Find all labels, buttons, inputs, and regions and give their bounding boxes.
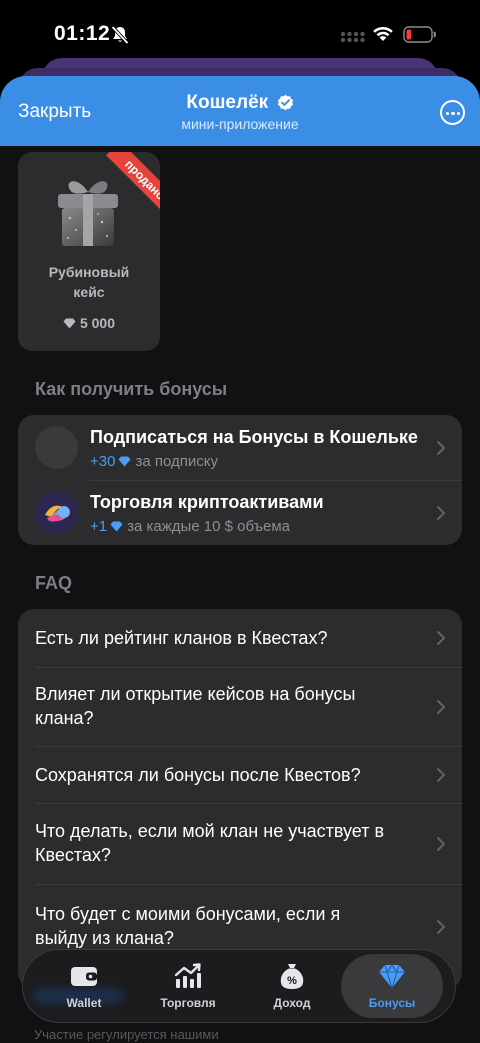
signal-icon bbox=[340, 31, 365, 43]
chevron-right-icon bbox=[437, 631, 445, 645]
terms-text: Участие регулируется нашими bbox=[34, 1027, 219, 1042]
faq-question-line2: клана? bbox=[35, 708, 94, 728]
faq-question: Сохранятся ли бонусы после Квестов? bbox=[35, 765, 361, 785]
bonuses-section-title: Как получить бонусы bbox=[35, 379, 228, 399]
money-bag-icon: % bbox=[280, 964, 304, 989]
bonus-list: Подписаться на Бонусы в Кошельке +30 за п… bbox=[18, 415, 462, 545]
diamond-icon bbox=[379, 964, 405, 990]
faq-item[interactable]: Сохранятся ли бонусы после Квестов? bbox=[18, 746, 462, 803]
case-name-line2: кейс bbox=[73, 284, 105, 300]
tab-income[interactable]: % Доход bbox=[241, 954, 343, 1018]
faq-item[interactable]: Есть ли рейтинг кланов в Квестах? bbox=[18, 609, 462, 667]
status-bar: 01:12 bbox=[0, 0, 480, 60]
diamond-icon bbox=[63, 318, 76, 329]
tab-label: Бонусы bbox=[368, 996, 416, 1010]
faq-question-line2: Квестах? bbox=[35, 845, 111, 865]
content-area: продано Рубиновый кейс 5 000 Как получит… bbox=[0, 146, 480, 1043]
bonus-item-trading[interactable]: Торговля криптоактивами +1 за каждые 10 $… bbox=[18, 480, 462, 545]
app-title: Кошелёк bbox=[186, 92, 269, 113]
battery-icon bbox=[403, 26, 436, 43]
tab-wallet[interactable]: Wallet bbox=[33, 954, 135, 1018]
wifi-icon bbox=[373, 26, 393, 41]
case-price: 5 000 bbox=[18, 315, 160, 331]
faq-question-line1: Что делать, если мой клан не участвует в bbox=[35, 821, 385, 841]
bonus-item-meta: +30 за подписку bbox=[90, 453, 218, 470]
app-subtitle: мини-приложение bbox=[181, 116, 299, 132]
bonus-item-title: Торговля криптоактивами bbox=[90, 492, 324, 512]
tab-bonuses[interactable]: Бонусы bbox=[341, 954, 443, 1018]
tab-trading[interactable]: Торговля bbox=[137, 954, 239, 1018]
case-card[interactable]: продано Рубиновый кейс 5 000 bbox=[18, 152, 160, 351]
faq-question: Есть ли рейтинг кланов в Квестах? bbox=[35, 628, 328, 648]
faq-question-line1: Влияет ли открытие кейсов на бонусы bbox=[35, 684, 356, 704]
chevron-right-icon bbox=[437, 700, 445, 714]
faq-question: Влияет ли открытие кейсов на бонусы клан… bbox=[35, 682, 415, 730]
case-name: Рубиновый кейс bbox=[18, 262, 160, 302]
wallet-icon bbox=[71, 967, 97, 986]
chevron-right-icon bbox=[437, 920, 445, 934]
chevron-right-icon bbox=[437, 506, 445, 520]
gift-box-icon bbox=[58, 181, 118, 246]
chevron-right-icon bbox=[437, 837, 445, 851]
faq-item[interactable]: Что делать, если мой клан не участвует в… bbox=[18, 803, 462, 884]
chevron-right-icon bbox=[437, 441, 445, 455]
tab-label: Wallet bbox=[66, 996, 102, 1010]
faq-question-line2: выйду из клана? bbox=[35, 928, 174, 948]
svg-text:%: % bbox=[287, 975, 297, 987]
title-row: Кошелёк bbox=[0, 92, 480, 114]
bonus-desc: за каждые 10 $ объема bbox=[127, 518, 290, 535]
mini-app-sheet: Закрыть Кошелёк мини-приложение продано … bbox=[0, 76, 480, 1043]
bell-muted-icon bbox=[111, 25, 129, 45]
faq-list: Есть ли рейтинг кланов в Квестах? Влияет… bbox=[18, 609, 462, 989]
bottom-tab-bar: Wallet Торговля % Доход Бонусы bbox=[22, 949, 456, 1023]
bonus-item-title: Подписаться на Бонусы в Кошельке bbox=[90, 427, 418, 447]
tab-label: Торговля bbox=[160, 996, 216, 1010]
diamond-icon bbox=[110, 521, 123, 532]
chart-up-icon bbox=[174, 963, 201, 988]
bonus-item-meta: +1 за каждые 10 $ объема bbox=[90, 518, 290, 535]
faq-question: Что делать, если мой клан не участвует в… bbox=[35, 819, 415, 867]
faq-section-title: FAQ bbox=[35, 573, 73, 593]
status-time: 01:12 bbox=[54, 22, 111, 45]
tab-label: Доход bbox=[273, 996, 311, 1010]
chevron-right-icon bbox=[437, 768, 445, 782]
faq-question-line1: Что будет с моими бонусами, если я bbox=[35, 904, 341, 924]
case-name-line1: Рубиновый bbox=[48, 264, 130, 280]
faq-question: Что будет с моими бонусами, если я выйду… bbox=[35, 902, 415, 950]
subscribe-avatar-icon bbox=[35, 426, 78, 469]
diamond-icon bbox=[118, 456, 131, 467]
crypto-trading-icon bbox=[35, 491, 78, 534]
verified-badge-icon bbox=[277, 94, 293, 111]
bonus-desc: за подписку bbox=[135, 453, 218, 470]
bonus-item-subscribe[interactable]: Подписаться на Бонусы в Кошельке +30 за п… bbox=[18, 415, 462, 480]
bonus-amount: +1 bbox=[90, 518, 108, 535]
more-options-icon[interactable] bbox=[440, 100, 465, 125]
faq-item[interactable]: Влияет ли открытие кейсов на бонусы клан… bbox=[18, 667, 462, 746]
mini-app-header: Закрыть Кошелёк мини-приложение bbox=[0, 76, 480, 146]
bonus-amount: +30 bbox=[90, 453, 116, 470]
case-price-value: 5 000 bbox=[79, 315, 116, 331]
